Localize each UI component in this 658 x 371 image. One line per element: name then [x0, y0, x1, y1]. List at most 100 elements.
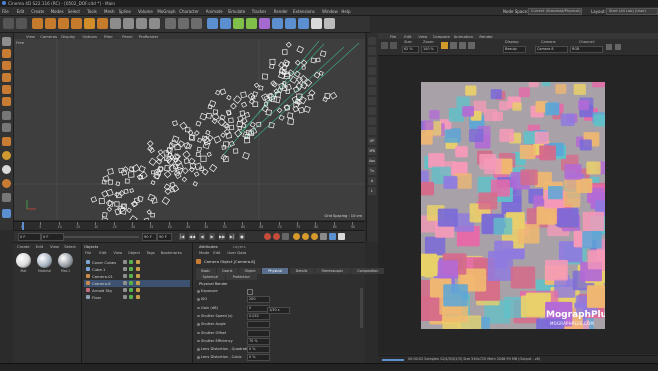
- enabled-check-icon[interactable]: [129, 260, 133, 264]
- side-strip-button-l[interactable]: L: [368, 187, 376, 195]
- parameter-key-icon[interactable]: [320, 233, 327, 240]
- material-swatch[interactable]: [58, 253, 73, 268]
- solo-icon[interactable]: [2, 165, 11, 174]
- object-row[interactable]: Camera.8: [84, 280, 190, 287]
- render-view-icon[interactable]: [165, 18, 176, 29]
- object-menu-object[interactable]: Object: [128, 250, 140, 255]
- current-frame-field[interactable]: 0 F: [41, 233, 64, 241]
- menu-select[interactable]: Select: [68, 9, 80, 14]
- transport-button-2[interactable]: ◀: [199, 233, 205, 240]
- attr-tab-physical[interactable]: Physical: [262, 268, 289, 274]
- make-editable-icon[interactable]: [2, 37, 11, 46]
- menu-tracker[interactable]: Tracker: [252, 9, 266, 14]
- keyframe-dot-icon[interactable]: [197, 356, 200, 359]
- object-menu-bookmarks[interactable]: Bookmarks: [161, 250, 182, 255]
- tag-icon[interactable]: [136, 267, 140, 271]
- side-strip-button-op[interactable]: OP: [368, 137, 376, 145]
- object-row[interactable]: Arnold Sky: [84, 287, 190, 294]
- material-menu-select[interactable]: Select: [64, 244, 76, 249]
- light-icon[interactable]: [311, 18, 322, 29]
- render-picture-viewer-icon[interactable]: [178, 18, 189, 29]
- y-axis-icon[interactable]: [123, 18, 134, 29]
- layers-tab[interactable]: Layers: [233, 244, 246, 249]
- end-frame-field[interactable]: 90 F: [142, 233, 157, 241]
- render-settings-icon[interactable]: [191, 18, 202, 29]
- pv-stop-icon[interactable]: [390, 42, 397, 49]
- attr-menu-mode[interactable]: Mode: [199, 250, 209, 255]
- tag-icon[interactable]: [136, 260, 140, 264]
- side-strip-button-7[interactable]: [368, 107, 376, 115]
- attr-menu-user-data[interactable]: User Data: [227, 250, 246, 255]
- polygons-mode-icon[interactable]: [2, 97, 11, 106]
- object-row[interactable]: Cover Cubes: [84, 259, 190, 266]
- object-row[interactable]: Cube.1: [84, 266, 190, 273]
- recent-tools-icon[interactable]: [84, 18, 95, 29]
- scale-key-icon[interactable]: [302, 233, 309, 240]
- side-strip-button-3pk[interactable]: 3PK: [368, 147, 376, 155]
- keyframe-selection-icon[interactable]: [282, 233, 289, 240]
- transport-button-1[interactable]: ◀◀: [189, 233, 195, 240]
- attr-tab-spherical[interactable]: Spherical: [196, 274, 225, 280]
- side-strip-button-5[interactable]: [368, 87, 376, 95]
- enabled-check-icon[interactable]: [129, 281, 133, 285]
- keyframe-dot-icon[interactable]: [197, 348, 200, 351]
- side-strip-button-2[interactable]: [368, 57, 376, 65]
- side-strip-button-4[interactable]: [368, 77, 376, 85]
- tweak-mode-icon[interactable]: [2, 123, 11, 132]
- side-strip-button-6[interactable]: [368, 97, 376, 105]
- keyframe-dot-icon[interactable]: [197, 298, 200, 301]
- planar-workplane-icon[interactable]: [2, 193, 11, 202]
- pla-key-icon[interactable]: [329, 233, 336, 240]
- attr-tab-composition[interactable]: Composition: [351, 268, 385, 274]
- layout-select[interactable]: Start (All Lab) (User): [606, 8, 658, 15]
- attr-value-field[interactable]: [247, 329, 270, 337]
- transport-button-4[interactable]: ▶▶: [219, 233, 225, 240]
- keyframe-dot-icon[interactable]: [197, 331, 200, 334]
- start-frame-field[interactable]: 0 F: [18, 233, 41, 241]
- frame-range-slider[interactable]: [64, 236, 139, 238]
- cube-icon[interactable]: [207, 18, 218, 29]
- visibility-icon[interactable]: [123, 267, 127, 271]
- menu-mesh[interactable]: Mesh: [104, 9, 115, 14]
- side-strip-button-9[interactable]: [368, 127, 376, 135]
- live-select-icon[interactable]: [32, 18, 43, 29]
- object-row[interactable]: Floor: [84, 294, 190, 301]
- objects-tab[interactable]: Objects: [84, 244, 98, 249]
- array-icon[interactable]: [272, 18, 283, 29]
- node-space-select[interactable]: Current (Standard/Physical): [528, 8, 582, 15]
- material-swatch[interactable]: [16, 253, 31, 268]
- lock-workplane-icon[interactable]: [2, 179, 11, 188]
- camera-icon[interactable]: [298, 18, 309, 29]
- snap-icon[interactable]: [2, 137, 11, 146]
- menu-character[interactable]: Character: [179, 9, 199, 14]
- attr-tab-stereoscopic[interactable]: Stereoscopic: [314, 268, 351, 274]
- position-key-icon[interactable]: [293, 233, 300, 240]
- menu-tools[interactable]: Tools: [87, 9, 97, 14]
- pv-render-icon[interactable]: [381, 42, 388, 49]
- scale-icon[interactable]: [58, 18, 69, 29]
- keyframe-dot-icon[interactable]: [197, 306, 200, 310]
- texture-mode-icon[interactable]: [2, 61, 11, 70]
- menu-window[interactable]: Window: [322, 9, 338, 14]
- side-strip-button-0[interactable]: [368, 37, 376, 45]
- menu-simulate[interactable]: Simulate: [228, 9, 246, 14]
- tag-icon[interactable]: [136, 274, 140, 278]
- attr-scrollbar[interactable]: [360, 288, 363, 328]
- visibility-icon[interactable]: [123, 260, 127, 264]
- menu-render[interactable]: Render: [274, 9, 288, 14]
- subdivision-icon[interactable]: [233, 18, 244, 29]
- z-axis-icon[interactable]: [136, 18, 147, 29]
- autokey-icon[interactable]: [273, 233, 280, 240]
- menu-file[interactable]: File: [2, 9, 9, 14]
- menu-create[interactable]: Create: [31, 9, 44, 14]
- side-strip-button-8[interactable]: [368, 117, 376, 125]
- attr-value-field[interactable]: 0 %: [247, 346, 270, 354]
- keyframe-dot-icon[interactable]: [197, 323, 200, 326]
- menu-extensions[interactable]: Extensions: [293, 9, 315, 14]
- menu-help[interactable]: Help: [341, 9, 350, 14]
- menu-volume[interactable]: Volume: [138, 9, 153, 14]
- transport-button-6[interactable]: ●: [239, 233, 245, 240]
- keyframe-dot-icon[interactable]: [197, 290, 200, 293]
- pv-filter-icon[interactable]: [450, 42, 457, 49]
- perspective-viewport[interactable]: Free Grid Spacing : 10 cm: [14, 39, 365, 220]
